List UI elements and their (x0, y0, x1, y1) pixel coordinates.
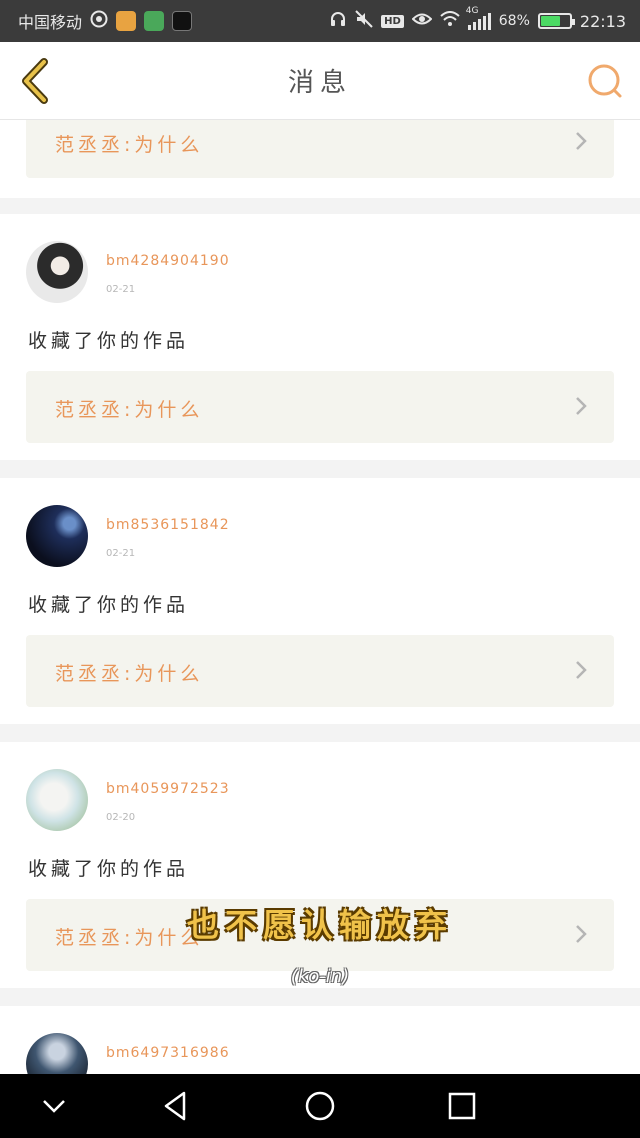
username[interactable]: bm4284904190 (106, 253, 230, 269)
chevron-down-icon (43, 1100, 65, 1113)
hotspot-icon (90, 10, 108, 32)
system-nav-bar (0, 1074, 640, 1138)
timestamp: 02-21 (106, 284, 136, 295)
subtitle-credit: (ko-in) (290, 966, 350, 987)
eye-icon (411, 11, 433, 31)
back-nav-button[interactable] (158, 1088, 194, 1124)
hide-nav-button[interactable] (36, 1088, 72, 1124)
status-bar: 中国移动 HD 4G 68% 22:13 (0, 0, 640, 42)
battery-percent: 68% (498, 13, 530, 29)
chevron-left-icon (22, 58, 48, 104)
avatar[interactable] (26, 505, 88, 567)
weibo-icon (116, 11, 137, 31)
list-item: bm4059972523 02-20 收藏了你的作品 范丞丞:为什么 (0, 742, 640, 988)
circle-home-icon (305, 1091, 335, 1121)
username[interactable]: bm8536151842 (106, 517, 230, 533)
mute-icon (355, 10, 373, 32)
chevron-right-icon (576, 661, 587, 679)
search-icon (588, 64, 622, 98)
chevron-right-icon (576, 397, 587, 415)
quote-text: 范丞丞:为什么 (55, 134, 204, 156)
square-recents-icon (448, 1092, 476, 1120)
username[interactable]: bm4059972523 (106, 781, 230, 797)
signal-icon: 4G (466, 6, 491, 30)
wifi-icon (440, 11, 460, 31)
list-item: bm8536151842 02-21 收藏了你的作品 范丞丞:为什么 (0, 478, 640, 724)
chevron-right-icon (576, 132, 587, 150)
quoted-work[interactable]: 范丞丞:为什么 (26, 371, 614, 443)
recents-nav-button[interactable] (444, 1088, 480, 1124)
back-button[interactable] (14, 56, 64, 106)
list-item: bm4284904190 02-21 收藏了你的作品 范丞丞:为什么 (0, 214, 640, 460)
quoted-work[interactable]: 范丞丞:为什么 (26, 120, 614, 178)
battery-fill (540, 16, 560, 26)
avatar[interactable] (26, 1033, 88, 1074)
avatar[interactable] (26, 241, 88, 303)
triangle-back-icon (164, 1091, 186, 1121)
clock: 22:13 (579, 11, 626, 31)
tiktok-icon (172, 11, 193, 31)
home-nav-button[interactable] (302, 1088, 338, 1124)
timestamp: 02-21 (106, 548, 136, 559)
quote-text: 范丞丞:为什么 (55, 399, 204, 421)
search-button[interactable] (584, 60, 628, 104)
action-text: 收藏了你的作品 (28, 858, 190, 880)
tencent-video-icon (144, 11, 165, 31)
quote-text: 范丞丞:为什么 (55, 663, 204, 685)
page-title: 消息 (287, 68, 352, 98)
carrier-label: 中国移动 (18, 13, 83, 32)
list-item: bm6497316986 (0, 1006, 640, 1074)
hd-badge: HD (381, 14, 404, 28)
list-item: 范丞丞:为什么 (0, 120, 640, 198)
action-text: 收藏了你的作品 (28, 330, 190, 352)
quoted-work[interactable]: 范丞丞:为什么 (26, 635, 614, 707)
username[interactable]: bm6497316986 (106, 1045, 230, 1061)
subtitle-overlay: 也不愿认输放弃 (186, 906, 453, 944)
headphones-icon (329, 10, 347, 32)
app-header: 消息 (0, 42, 640, 120)
avatar[interactable] (26, 769, 88, 831)
action-text: 收藏了你的作品 (28, 594, 190, 616)
network-label: 4G (465, 6, 479, 16)
battery-icon (537, 13, 575, 29)
timestamp: 02-20 (106, 812, 136, 823)
